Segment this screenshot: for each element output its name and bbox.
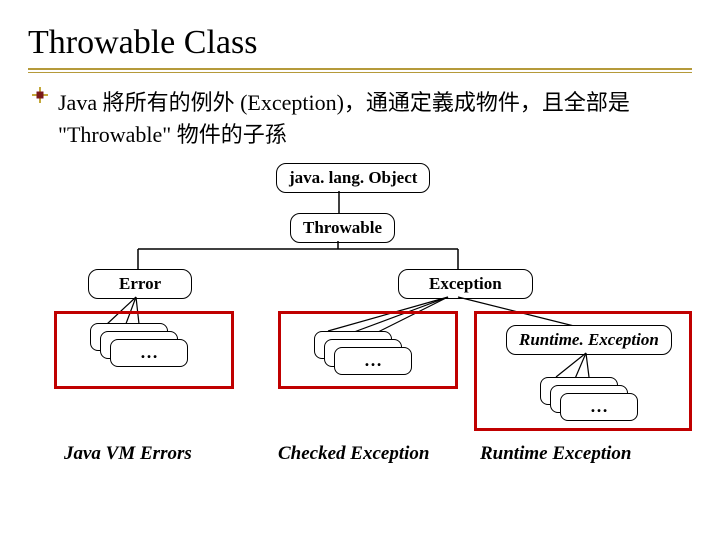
caption-vm-errors: Java VM Errors (64, 443, 192, 465)
group-runtime-exceptions (474, 311, 692, 431)
connector-line (338, 191, 340, 213)
node-error: Error (88, 269, 192, 299)
group-checked-exceptions (278, 311, 458, 389)
connector-line (118, 241, 478, 271)
bullet-item: Java 將所有的例外 (Exception)，通通定義成物件，且全部是 "Th… (28, 87, 692, 151)
page-title: Throwable Class (28, 24, 692, 62)
title-underline-thin (28, 72, 692, 73)
caption-runtime: Runtime Exception (480, 443, 632, 465)
node-exception: Exception (398, 269, 533, 299)
caption-checked: Checked Exception (278, 443, 429, 465)
bullet-icon (32, 87, 48, 103)
group-vm-errors (54, 311, 234, 389)
hierarchy-diagram: java. lang. Object Throwable Error Excep… (28, 163, 692, 473)
node-object: java. lang. Object (276, 163, 430, 193)
node-throwable: Throwable (290, 213, 395, 243)
bullet-text: Java 將所有的例外 (Exception)，通通定義成物件，且全部是 "Th… (58, 87, 692, 151)
title-underline (28, 68, 692, 70)
